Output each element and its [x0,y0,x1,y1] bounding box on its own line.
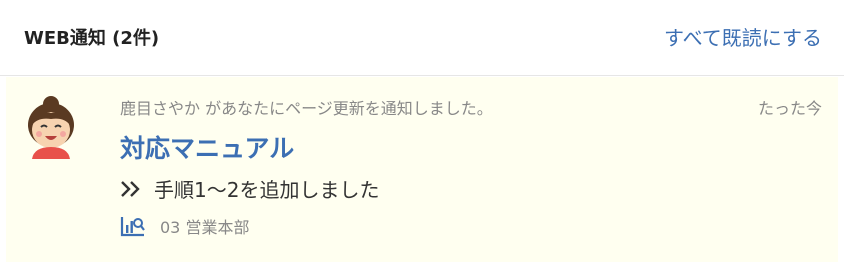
notification-message: 鹿目さやか があなたにページ更新を通知しました。 [120,99,493,118]
mark-all-read-link[interactable]: すべて既読にする [664,22,822,51]
panel-title: WEB通知 (2件) [24,28,160,49]
space-name: 03 営業本部 [160,218,250,237]
chart-search-icon [120,217,145,237]
change-summary: 手順1〜2を追加しました [120,174,379,203]
notification-item[interactable]: 鹿目さやか があなたにページ更新を通知しました。 たった今 対応マニュアル 手順… [6,77,838,262]
page-title-link[interactable]: 対応マニュアル [120,129,294,165]
space-info: 03 営業本部 [120,214,249,238]
notification-time: たった今 [757,99,822,118]
user-avatar-icon [28,96,74,159]
panel-header: WEB通知 (2件) すべて既読にする [0,0,844,76]
change-text: 手順1〜2を追加しました [154,178,380,202]
notification-panel: WEB通知 (2件) すべて既読にする 鹿目さやか があなたにページ更新を通知し… [0,0,844,262]
double-chevron-right-icon [121,180,140,197]
